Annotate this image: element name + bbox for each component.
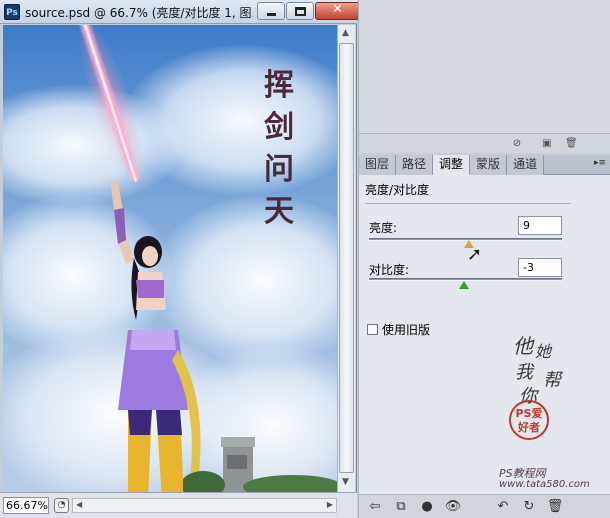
maximize-icon <box>295 7 306 16</box>
brightness-label: 亮度: <box>369 221 398 235</box>
tab-adjustments[interactable]: 调整 <box>433 155 471 175</box>
document-canvas[interactable]: 挥 剑 问 天 <box>3 25 337 492</box>
clip-to-layer-icon[interactable]: ⧉ <box>391 498 411 516</box>
watermark-script: 帮 <box>543 370 561 391</box>
scroll-down-icon[interactable]: ▼ <box>342 477 349 487</box>
scroll-right-icon[interactable]: ▶ <box>327 500 333 509</box>
adjustment-body: 亮度/对比度 亮度: 9 ➚ 对比度: -3 使用旧版 他 她 我 帮 你 PS… <box>359 175 610 494</box>
trash-icon[interactable]: 🗑 <box>565 138 578 150</box>
top-panel-toolbar: ⊘ ▣ 🗑 <box>359 133 610 153</box>
adjustment-footer-toolbar: ⇦ ⧉ ● 👁 ↶ ↻ 🗑 <box>359 494 610 518</box>
watermark-script: 他 <box>513 334 533 358</box>
panel-tabs: 图层 路径 调整 蒙版 通道 <box>359 155 610 175</box>
contrast-slider-thumb[interactable] <box>458 281 469 289</box>
document-statusbar: 66.67% ◔ ◀ ▶ <box>0 492 357 518</box>
eye-icon[interactable]: 👁 <box>443 498 463 516</box>
watermark-script: 她 <box>535 342 552 361</box>
document-titlebar[interactable]: Ps source.psd @ 66.7% (亮度/对比度 1, 图... ✕ <box>0 0 360 24</box>
contrast-input[interactable]: -3 <box>518 258 562 277</box>
watermark-script: 我 <box>515 362 533 383</box>
mouse-pointer-icon: ➚ <box>467 244 483 265</box>
calligraphy-char: 天 <box>264 194 294 229</box>
zoom-level-field[interactable]: 66.67% <box>3 497 49 514</box>
tab-layers[interactable]: 图层 <box>359 155 397 175</box>
reset-icon[interactable]: ↻ <box>519 498 539 516</box>
status-info-icon[interactable]: ◔ <box>54 498 69 513</box>
minimize-button[interactable] <box>257 2 285 20</box>
watermark-url: www.tata580.com <box>499 479 590 490</box>
top-right-panel: ⊘ ▣ 🗑 <box>358 0 610 153</box>
new-item-icon[interactable]: ▣ <box>541 138 553 150</box>
contrast-label: 对比度: <box>369 263 410 277</box>
use-legacy-label[interactable]: 使用旧版 <box>382 321 430 338</box>
minimize-icon <box>267 13 276 16</box>
window-controls: ✕ <box>257 2 361 20</box>
calligraphy-title: 挥 剑 问 天 <box>259 65 299 233</box>
adjustments-panel: 图层 路径 调整 蒙版 通道 ▸≡ 亮度/对比度 亮度: 9 ➚ 对比度: -3… <box>358 155 610 518</box>
title-divider <box>365 203 571 204</box>
adjustment-title: 亮度/对比度 <box>365 183 430 197</box>
calligraphy-char: 问 <box>264 152 294 187</box>
back-arrow-icon[interactable]: ⇦ <box>365 498 385 516</box>
scroll-up-icon[interactable]: ▲ <box>342 28 349 38</box>
tab-channels[interactable]: 通道 <box>507 155 545 175</box>
tab-paths[interactable]: 路径 <box>396 155 434 175</box>
close-button[interactable]: ✕ <box>315 2 360 20</box>
vertical-scroll-thumb[interactable] <box>339 43 354 473</box>
use-legacy-checkbox[interactable] <box>367 324 378 335</box>
photoshop-app-icon: Ps <box>4 4 20 20</box>
watermark: 他 她 我 帮 你 PS爱好者 PS教程网 www.tata580.com <box>499 330 609 490</box>
close-icon: ✕ <box>332 2 343 17</box>
tree-foliage <box>183 471 337 492</box>
horizontal-scrollbar[interactable]: ◀ ▶ <box>72 498 337 513</box>
warrior-figure <box>110 180 201 492</box>
view-previous-state-icon[interactable]: ↶ <box>493 498 513 516</box>
vertical-scrollbar[interactable]: ▲ ▼ <box>337 25 355 492</box>
maximize-button[interactable] <box>286 2 314 20</box>
brightness-input[interactable]: 9 <box>518 216 562 235</box>
scroll-left-icon[interactable]: ◀ <box>76 500 82 509</box>
document-window: Ps source.psd @ 66.7% (亮度/对比度 1, 图... ✕ … <box>0 0 360 518</box>
calligraphy-char: 挥 <box>264 68 294 103</box>
watermark-seal: PS爱好者 <box>509 400 549 440</box>
tab-masks[interactable]: 蒙版 <box>470 155 508 175</box>
panel-menu-icon[interactable]: ▸≡ <box>594 158 606 168</box>
layer-visibility-toggle-icon[interactable]: ● <box>417 498 437 516</box>
document-title: source.psd @ 66.7% (亮度/对比度 1, 图... <box>25 6 253 20</box>
delete-adjustment-icon[interactable]: 🗑 <box>545 498 565 516</box>
calligraphy-char: 剑 <box>264 110 294 145</box>
no-symbol-icon[interactable]: ⊘ <box>511 138 523 150</box>
